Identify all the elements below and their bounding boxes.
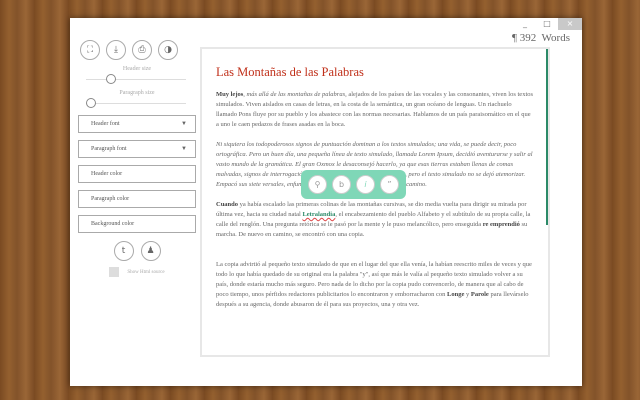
bold-text: Cuando xyxy=(216,201,239,208)
paragraph-font-select[interactable]: Paragraph font ▼ xyxy=(78,140,196,158)
window-controls: _ □ × xyxy=(514,18,582,30)
quote-icon[interactable]: ” xyxy=(380,175,399,194)
show-html-toggle[interactable]: Show Html source xyxy=(78,267,196,277)
italic-text: más allá de las montañas de palabras xyxy=(246,91,346,98)
paragraph-1[interactable]: Muy lejos, más allá de las montañas de p… xyxy=(216,90,534,130)
pilcrow-icon: ¶ xyxy=(512,32,517,44)
paragraph-size-slider[interactable] xyxy=(86,98,186,108)
document-title[interactable]: Las Montañas de las Palabras xyxy=(216,65,548,80)
select-label: Header font xyxy=(91,121,120,127)
close-button[interactable]: × xyxy=(558,18,582,30)
bold-text: re emprendió xyxy=(482,221,520,228)
link-icon[interactable]: ⚲ xyxy=(308,175,327,194)
paragraph-4[interactable]: La copia advirtió al pequeño texto simul… xyxy=(216,260,534,310)
paragraph-size-label: Paragraph size xyxy=(119,90,155,96)
paragraph-3[interactable]: ⚲ b i” Cuando ya había escalado las primera… xyxy=(216,170,534,240)
header-size-slider[interactable] xyxy=(86,74,186,84)
bold-text: Muy lejos xyxy=(216,91,244,98)
user-icon[interactable]: ♟ xyxy=(140,241,161,261)
background-color-input[interactable]: Background color xyxy=(78,215,196,233)
fullscreen-icon[interactable]: ⛶ xyxy=(80,40,100,60)
word-count-label: Words xyxy=(541,32,570,44)
checkbox-label: Show Html source xyxy=(127,269,165,275)
word-count-value: 392 xyxy=(519,32,537,44)
word-count: ¶ 392 Words xyxy=(512,32,570,44)
format-toolbar: ⚲ b i ” xyxy=(301,170,406,199)
sidebar: ⛶ ⤓ ⎙ ◑ Header size Paragraph size Heade… xyxy=(78,40,196,277)
slider-handle[interactable] xyxy=(106,74,116,84)
bold-text: Longe xyxy=(447,291,465,298)
editor[interactable]: Las Montañas de las Palabras Muy lejos, … xyxy=(200,47,550,357)
twitter-icon[interactable]: t xyxy=(113,241,134,261)
select-label: Paragraph font xyxy=(91,146,127,152)
contrast-icon[interactable]: ◑ xyxy=(158,40,178,60)
checkbox[interactable] xyxy=(109,267,120,277)
link-text[interactable]: Letralandia xyxy=(302,211,335,218)
chevron-down-icon: ▼ xyxy=(181,121,187,127)
bold-text: Parole xyxy=(470,291,489,298)
bold-icon[interactable]: b xyxy=(332,175,351,194)
download-icon[interactable]: ⤓ xyxy=(106,40,126,60)
header-color-input[interactable]: Header color xyxy=(78,165,196,183)
italic-icon[interactable]: i xyxy=(356,175,375,194)
paragraph-color-input[interactable]: Paragraph color xyxy=(78,190,196,208)
header-font-select[interactable]: Header font ▼ xyxy=(78,115,196,133)
app-window: _ □ × ¶ 392 Words ⛶ ⤓ ⎙ ◑ Header size Pa… xyxy=(70,18,582,386)
slider-handle[interactable] xyxy=(86,98,96,108)
focus-indicator xyxy=(546,49,548,225)
maximize-button[interactable]: □ xyxy=(536,18,558,30)
chevron-down-icon: ▼ xyxy=(181,146,187,152)
print-icon[interactable]: ⎙ xyxy=(132,40,152,60)
minimize-button[interactable]: _ xyxy=(514,18,536,30)
header-size-label: Header size xyxy=(122,66,152,72)
